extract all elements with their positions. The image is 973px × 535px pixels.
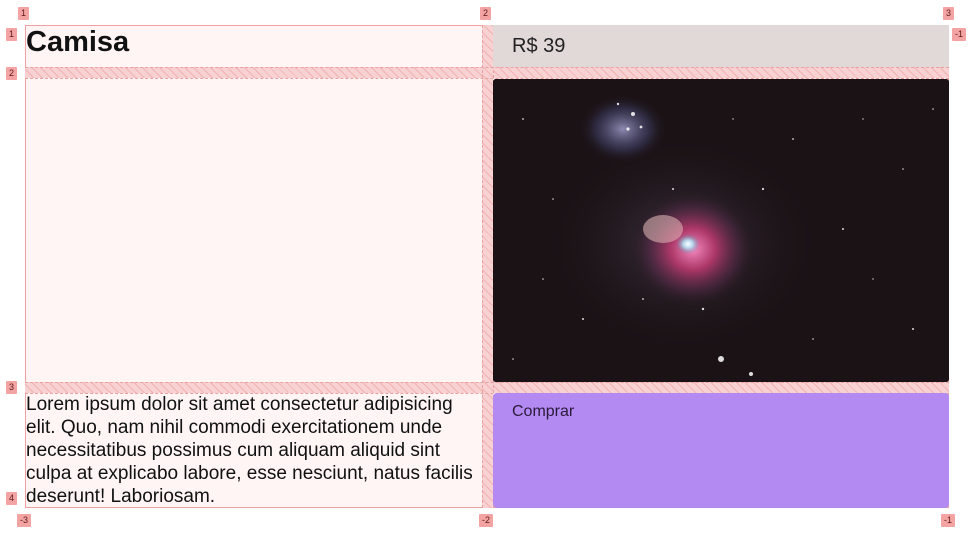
grid-track-line (25, 67, 949, 68)
buy-button[interactable]: Comprar (493, 393, 949, 508)
column-label: 2 (480, 7, 492, 20)
column-label: 3 (943, 7, 955, 20)
nebula-illustration (493, 79, 949, 382)
row-label: 2 (6, 67, 18, 80)
column-label: 1 (18, 7, 30, 20)
product-title: Camisa (26, 26, 130, 58)
column-label: -1 (952, 28, 967, 41)
row-label: 3 (6, 381, 18, 394)
grid-track-line (25, 382, 949, 383)
buy-button-label: Comprar (512, 403, 575, 420)
product-description: Lorem ipsum dolor sit amet consectetur a… (26, 394, 473, 507)
row-label: 1 (6, 28, 18, 41)
nebula-image (493, 79, 949, 382)
row-label: 4 (6, 492, 18, 505)
column-label: -2 (479, 514, 494, 527)
price-label: R$ 39 (512, 34, 566, 57)
price-box: R$ 39 (493, 25, 949, 67)
column-label: -1 (941, 514, 956, 527)
column-label: -3 (17, 514, 32, 527)
